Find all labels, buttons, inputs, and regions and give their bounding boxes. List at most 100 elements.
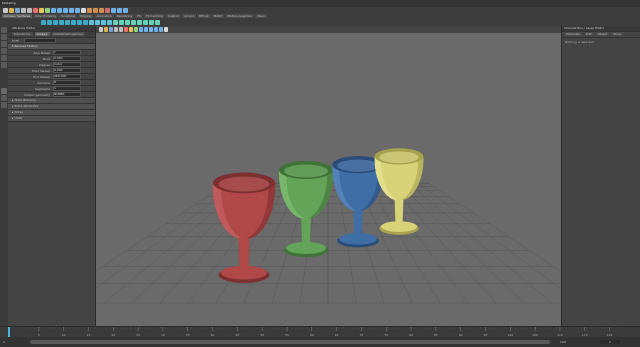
range-slider-bar[interactable] [30, 340, 550, 344]
menu-channels[interactable]: Channels [564, 32, 582, 36]
attribute-value-field[interactable]: 0.000 [53, 56, 81, 61]
range-end-value[interactable]: 120 [560, 340, 566, 344]
new-scene-icon[interactable] [2, 8, 8, 13]
shelf-tab[interactable]: Custom [165, 14, 182, 18]
shelf-tab[interactable]: XGen [254, 14, 267, 18]
redo-icon[interactable] [26, 8, 32, 13]
scale-tool-icon[interactable] [1, 62, 7, 68]
move-tool-icon[interactable] [1, 48, 7, 54]
snap-curve-icon[interactable] [56, 8, 62, 13]
current-frame-field[interactable]: 1 [600, 340, 620, 344]
new-scene-icon[interactable] [98, 27, 103, 32]
toggle-modeling-toolkit-icon[interactable] [110, 8, 116, 13]
attribute-value-field[interactable]: 0.000 [53, 68, 81, 73]
shelf-tab[interactable]: Poly Modeling [33, 14, 59, 18]
snap-grid-icon[interactable] [50, 8, 56, 13]
select-component-icon[interactable] [44, 8, 50, 13]
layout-single-icon[interactable] [1, 88, 7, 94]
ep-curve-icon[interactable] [94, 20, 100, 25]
undo-icon[interactable] [20, 8, 26, 13]
snap-view-icon[interactable] [68, 8, 74, 13]
attribute-value-field[interactable]: 1 [53, 86, 81, 91]
nurbs-plane-icon[interactable] [64, 20, 70, 25]
toggle-attribute-editor-icon[interactable] [116, 8, 122, 13]
shelf-tab[interactable]: Rigging [78, 14, 94, 18]
shelf-tab[interactable]: Sculpting [59, 14, 78, 18]
nurbs-cylinder-icon[interactable] [52, 20, 58, 25]
render-frame-icon[interactable] [86, 8, 92, 13]
paint-select-tool-icon[interactable] [1, 41, 7, 47]
select-hierarchy-icon[interactable] [123, 27, 128, 32]
snap-point-icon[interactable] [148, 27, 153, 32]
attribute-value-field[interactable]: 360.000 [53, 74, 81, 79]
nurbs-circle-icon[interactable] [76, 20, 82, 25]
shelf-tab[interactable]: Bifrost [196, 14, 211, 18]
shelf-tab[interactable]: Animation [94, 14, 114, 18]
snap-surface-icon[interactable] [158, 27, 163, 32]
select-object-icon[interactable] [128, 27, 133, 32]
nurbs-sphere-icon[interactable] [40, 20, 46, 25]
save-scene-icon[interactable] [108, 27, 113, 32]
snap-grid-icon[interactable] [138, 27, 143, 32]
select-object-icon[interactable] [38, 8, 44, 13]
snap-surface-icon[interactable] [74, 8, 80, 13]
select-hierarchy-icon[interactable] [32, 8, 38, 13]
ipr-render-icon[interactable] [92, 8, 98, 13]
birail-icon[interactable] [136, 20, 142, 25]
attribute-value-field[interactable]: Y [53, 50, 81, 55]
pencil-curve-icon[interactable] [100, 20, 106, 25]
shelf-tab[interactable]: MASH [211, 14, 225, 18]
attribute-value-field[interactable]: Cubic [53, 62, 81, 67]
open-scene-icon[interactable] [103, 27, 108, 32]
cv-curve-icon[interactable] [88, 20, 94, 25]
save-scene-icon[interactable] [14, 8, 20, 13]
hypershade-icon[interactable] [104, 8, 110, 13]
tab-shading-group[interactable]: initialShadingGroup [51, 32, 86, 36]
snap-curve-icon[interactable] [143, 27, 148, 32]
collapsed-section[interactable]: ▸ UUID [8, 116, 95, 122]
menu-edit[interactable]: Edit [583, 32, 594, 36]
node-name-field[interactable] [24, 38, 56, 43]
toggle-channel-box-icon[interactable] [122, 8, 128, 13]
shelf-tab[interactable]: Curves / Surfaces [2, 14, 33, 18]
shelf-tab[interactable]: FX Caching [143, 14, 165, 18]
offset-curve-icon[interactable] [154, 20, 160, 25]
menu-object[interactable]: Object [595, 32, 610, 36]
tab-transform[interactable]: transform1 [12, 32, 33, 36]
arc-tool-icon[interactable] [106, 20, 112, 25]
lasso-tool-icon[interactable] [1, 34, 7, 40]
revolve-icon[interactable] [112, 20, 118, 25]
snap-view-icon[interactable] [153, 27, 158, 32]
viewport[interactable] [95, 26, 562, 326]
menu-show[interactable]: Show [611, 32, 624, 36]
workspace-label[interactable]: Modeling [2, 1, 16, 5]
attribute-value-field[interactable]: 8 [53, 80, 81, 85]
attribute-value-field[interactable]: NURBS [53, 92, 81, 97]
nurbs-cone-icon[interactable] [58, 20, 64, 25]
rotate-tool-icon[interactable] [1, 55, 7, 61]
layout-outliner-icon[interactable] [1, 102, 7, 108]
tab-shape[interactable]: shape1 [34, 32, 50, 36]
boundary-icon[interactable] [142, 20, 148, 25]
shelf-tab[interactable]: Arnold [182, 14, 196, 18]
shelf-tab[interactable]: Motion Graphics [225, 14, 254, 18]
nurbs-torus-icon[interactable] [70, 20, 76, 25]
snap-point-icon[interactable] [62, 8, 68, 13]
select-component-icon[interactable] [133, 27, 138, 32]
loft-icon[interactable] [118, 20, 124, 25]
nurbs-cube-icon[interactable] [46, 20, 52, 25]
shelf-tab[interactable]: Rendering [114, 14, 135, 18]
construction-history-icon[interactable] [163, 27, 168, 32]
open-scene-icon[interactable] [8, 8, 14, 13]
shelf-tab[interactable]: FX [135, 14, 143, 18]
extrude-icon[interactable] [130, 20, 136, 25]
range-start-value[interactable]: 1 [3, 340, 5, 344]
layout-four-icon[interactable] [1, 95, 7, 101]
redo-icon[interactable] [118, 27, 123, 32]
construction-history-icon[interactable] [80, 8, 86, 13]
planar-icon[interactable] [124, 20, 130, 25]
select-tool-icon[interactable] [1, 27, 7, 33]
bevel-plus-icon[interactable] [148, 20, 154, 25]
undo-icon[interactable] [113, 27, 118, 32]
render-settings-icon[interactable] [98, 8, 104, 13]
